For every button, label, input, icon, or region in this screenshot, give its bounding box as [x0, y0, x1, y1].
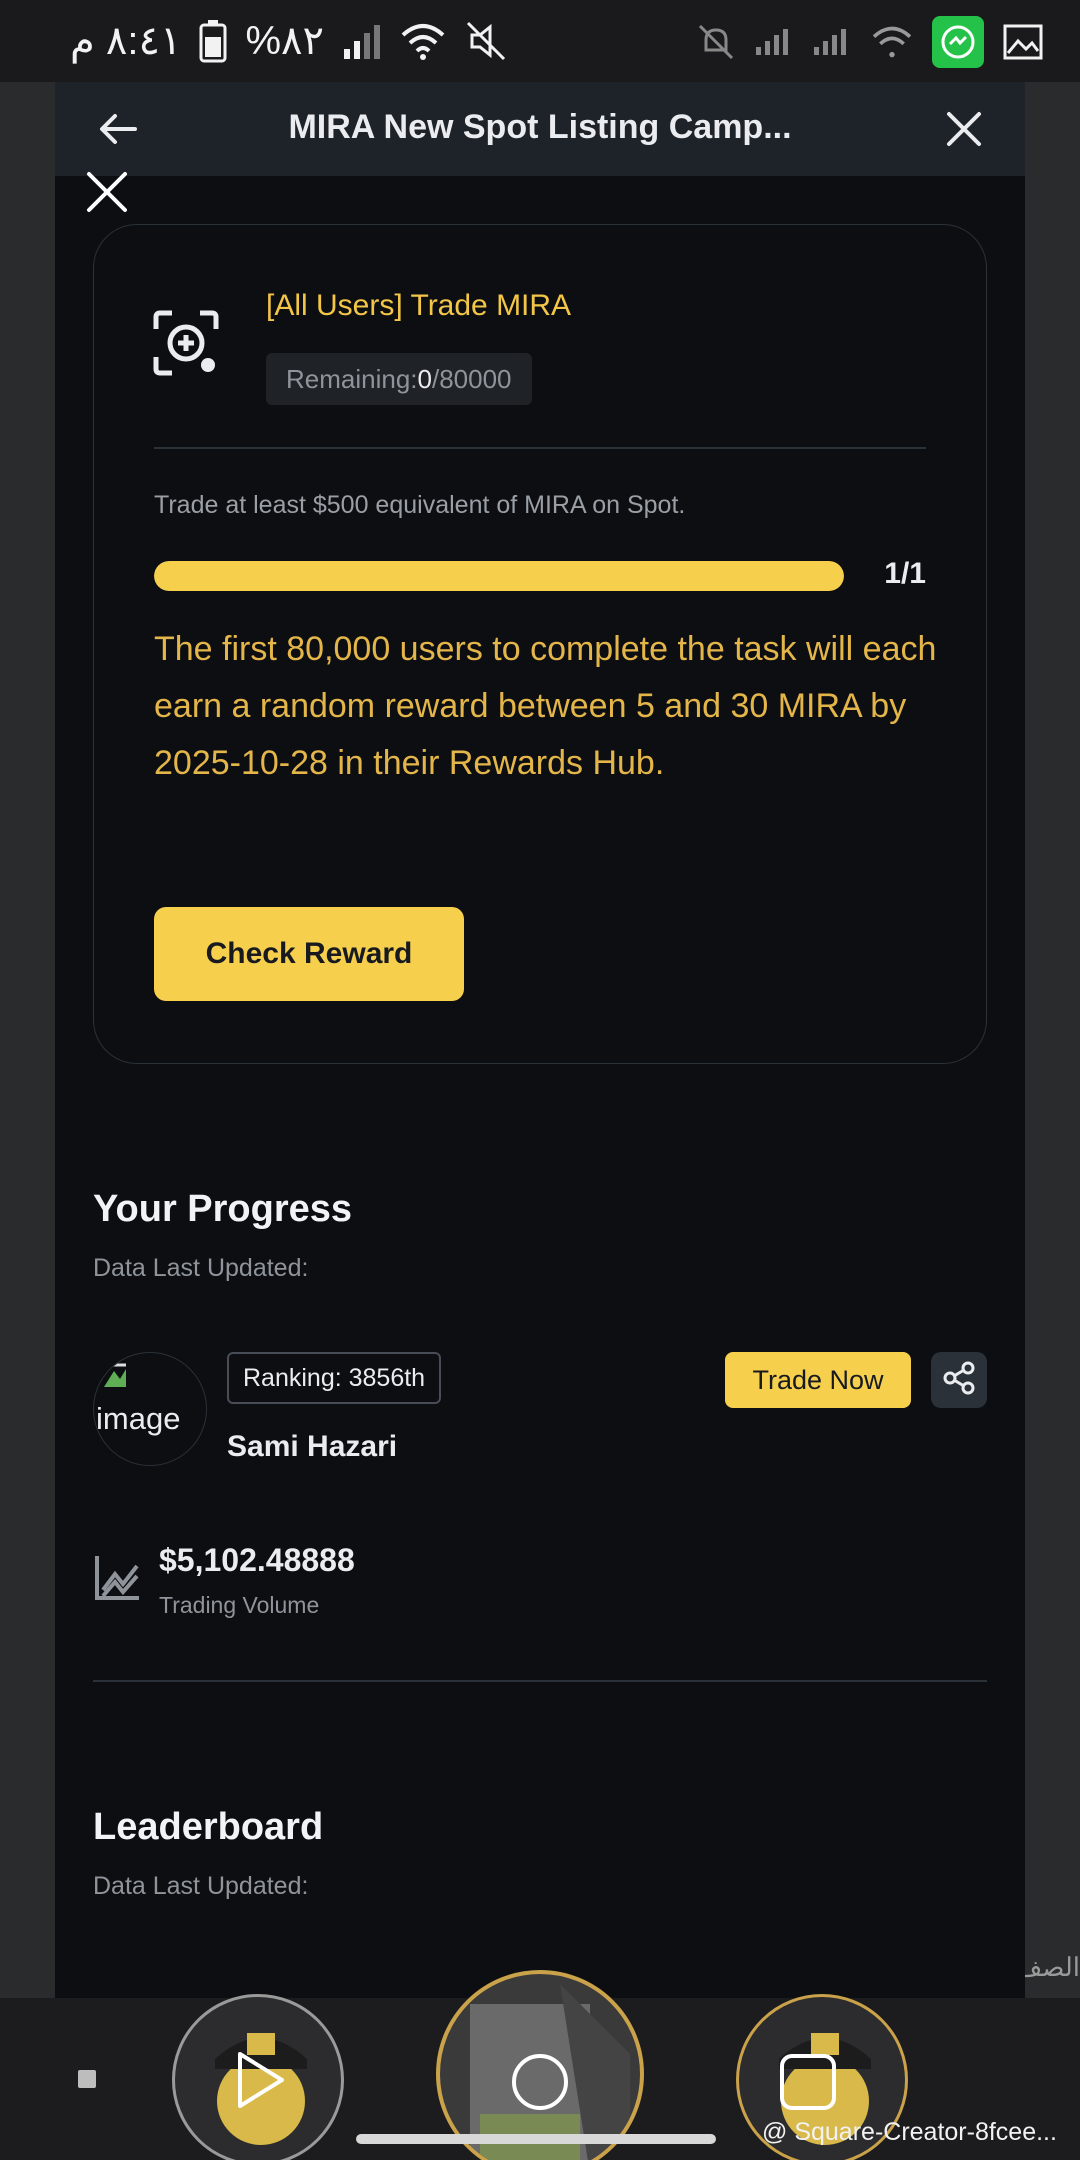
avatar: image — [93, 1352, 207, 1466]
leaderboard-heading: Leaderboard — [93, 1806, 324, 1848]
status-right — [696, 16, 1044, 68]
ranking-badge: Ranking: 3856th — [227, 1352, 442, 1404]
card-divider — [154, 447, 926, 449]
gallery-icon — [1002, 21, 1044, 63]
task-description: Trade at least $500 equivalent of MIRA o… — [154, 491, 686, 519]
signal-sim1-icon — [754, 27, 794, 57]
wifi-icon — [400, 21, 446, 61]
leaderboard-updated-label: Data Last Updated: — [93, 1872, 309, 1900]
reward-description: The first 80,000 users to complete the t… — [154, 630, 937, 782]
overlay-close-icon[interactable] — [83, 168, 131, 216]
task-progress-fill — [154, 561, 844, 591]
share-button[interactable] — [931, 1352, 987, 1408]
left-gutter — [0, 82, 55, 2002]
broken-image-icon — [100, 1361, 130, 1391]
chart-trend-icon — [93, 1552, 143, 1602]
app-bar: MIRA New Spot Listing Camp... — [55, 82, 1025, 176]
trade-now-button[interactable]: Trade Now — [725, 1352, 911, 1408]
status-time: ٨:٤١ م — [70, 19, 182, 63]
user-name: Sami Hazari — [227, 1430, 398, 1463]
trading-volume-label: Trading Volume — [159, 1592, 320, 1618]
signal-icon — [342, 21, 382, 61]
your-progress-heading: Your Progress — [93, 1188, 353, 1230]
remaining-badge: Remaining: 0 /80000 — [266, 353, 532, 405]
section-divider — [93, 1680, 987, 1682]
remaining-done: 0 — [417, 363, 432, 394]
page-title: MIRA New Spot Listing Camp... — [288, 108, 792, 146]
side-text: الصف — [1015, 1952, 1080, 1982]
close-icon[interactable] — [943, 108, 985, 150]
back-arrow-icon[interactable] — [95, 106, 141, 152]
battery-percent: %٨٢ — [245, 19, 325, 63]
avatar-alt-text: image — [96, 1401, 181, 1436]
status-bar: ٨:٤١ م %٨٢ — [0, 0, 1080, 82]
task-progress-count: 1/1 — [884, 557, 926, 590]
creator-watermark: @ Square-Creator-8fcee... — [762, 2118, 1057, 2146]
play-icon[interactable] — [232, 2048, 288, 2117]
trading-volume-value: $5,102.48888 — [159, 1542, 355, 1578]
signal-sim2-icon — [812, 27, 852, 57]
wifi-icon — [870, 24, 914, 60]
task-title: [All Users] Trade MIRA — [266, 289, 572, 322]
task-card: [All Users] Trade MIRA Remaining: 0 /800… — [93, 224, 987, 1064]
remaining-label: Remaining: — [286, 363, 418, 394]
share-icon — [942, 1361, 976, 1400]
recent-apps-icon[interactable] — [778, 2052, 838, 2117]
remaining-total: /80000 — [431, 363, 512, 394]
app-panel: MIRA New Spot Listing Camp... [All Users… — [55, 82, 1025, 2002]
trade-scan-icon — [150, 307, 222, 379]
check-reward-button[interactable]: Check Reward — [154, 907, 464, 1001]
right-gutter — [1025, 82, 1080, 2002]
home-indicator[interactable] — [356, 2134, 716, 2144]
progress-updated-label: Data Last Updated: — [93, 1254, 309, 1282]
messenger-icon — [932, 16, 984, 68]
task-progress-bar — [154, 561, 844, 591]
mute-icon — [464, 19, 508, 63]
status-left: ٨:٤١ م %٨٢ — [70, 18, 508, 64]
notification-off-icon — [696, 22, 736, 62]
home-circle-icon[interactable] — [510, 2052, 570, 2117]
battery-icon — [199, 19, 227, 63]
stop-icon[interactable] — [78, 2070, 96, 2088]
